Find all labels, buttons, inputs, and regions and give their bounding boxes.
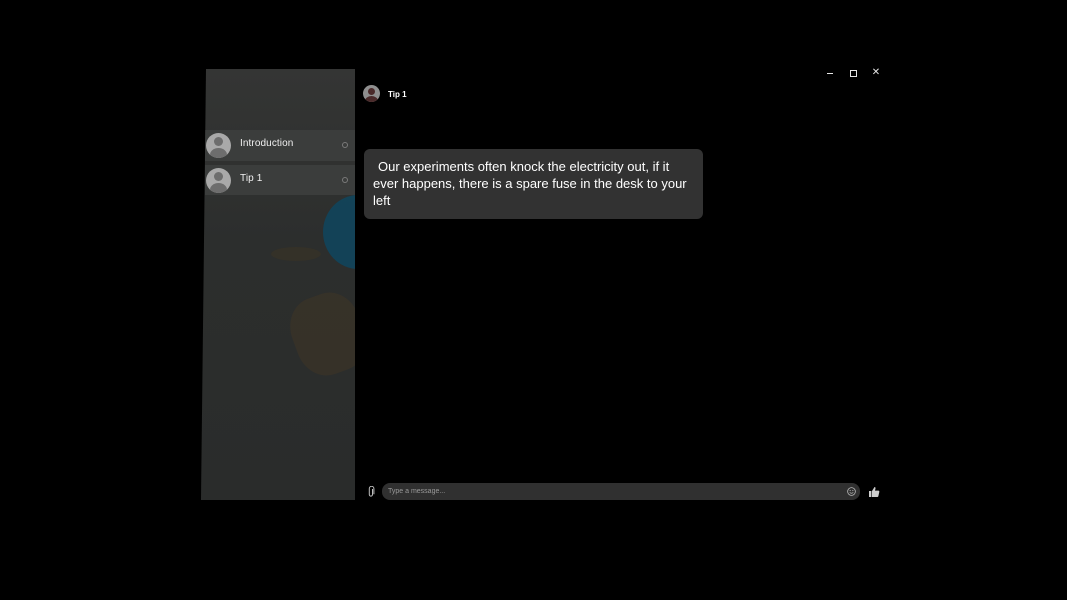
chat-avatar-icon: [363, 85, 380, 102]
sidebar-item-label: Tip 1: [240, 173, 263, 184]
sidebar-background-shape: [323, 195, 355, 269]
avatar-icon: [206, 168, 231, 193]
chat-title: Tip 1: [388, 90, 407, 99]
message-text: Our experiments often knock the electric…: [373, 159, 687, 208]
conversation-sidebar: Introduction Tip 1: [201, 69, 355, 500]
minimize-icon: [827, 73, 833, 74]
minimize-button[interactable]: [822, 66, 838, 80]
message-input[interactable]: [388, 483, 838, 500]
sidebar-item-introduction[interactable]: Introduction: [205, 130, 355, 161]
close-icon: ✕: [871, 67, 881, 78]
sidebar-background-shape: [281, 284, 355, 384]
avatar-icon: [206, 133, 231, 158]
close-button[interactable]: ✕: [868, 66, 884, 80]
sidebar-item-label: Introduction: [240, 138, 294, 149]
app-window: Introduction Tip 1 Tip 1 ✕ Our experimen…: [0, 0, 1067, 600]
smiley-icon[interactable]: [847, 487, 856, 496]
paperclip-icon[interactable]: [366, 486, 376, 498]
status-circle-icon: [342, 142, 348, 148]
status-circle-icon: [342, 177, 348, 183]
message-bubble: Our experiments often knock the electric…: [364, 149, 703, 219]
thumbs-up-icon[interactable]: [868, 486, 880, 498]
sidebar-item-tip-1[interactable]: Tip 1: [205, 165, 355, 195]
sidebar-background-shape: [271, 247, 321, 261]
message-composer: [382, 483, 860, 500]
maximize-icon: [850, 70, 857, 77]
maximize-button[interactable]: [845, 66, 861, 80]
